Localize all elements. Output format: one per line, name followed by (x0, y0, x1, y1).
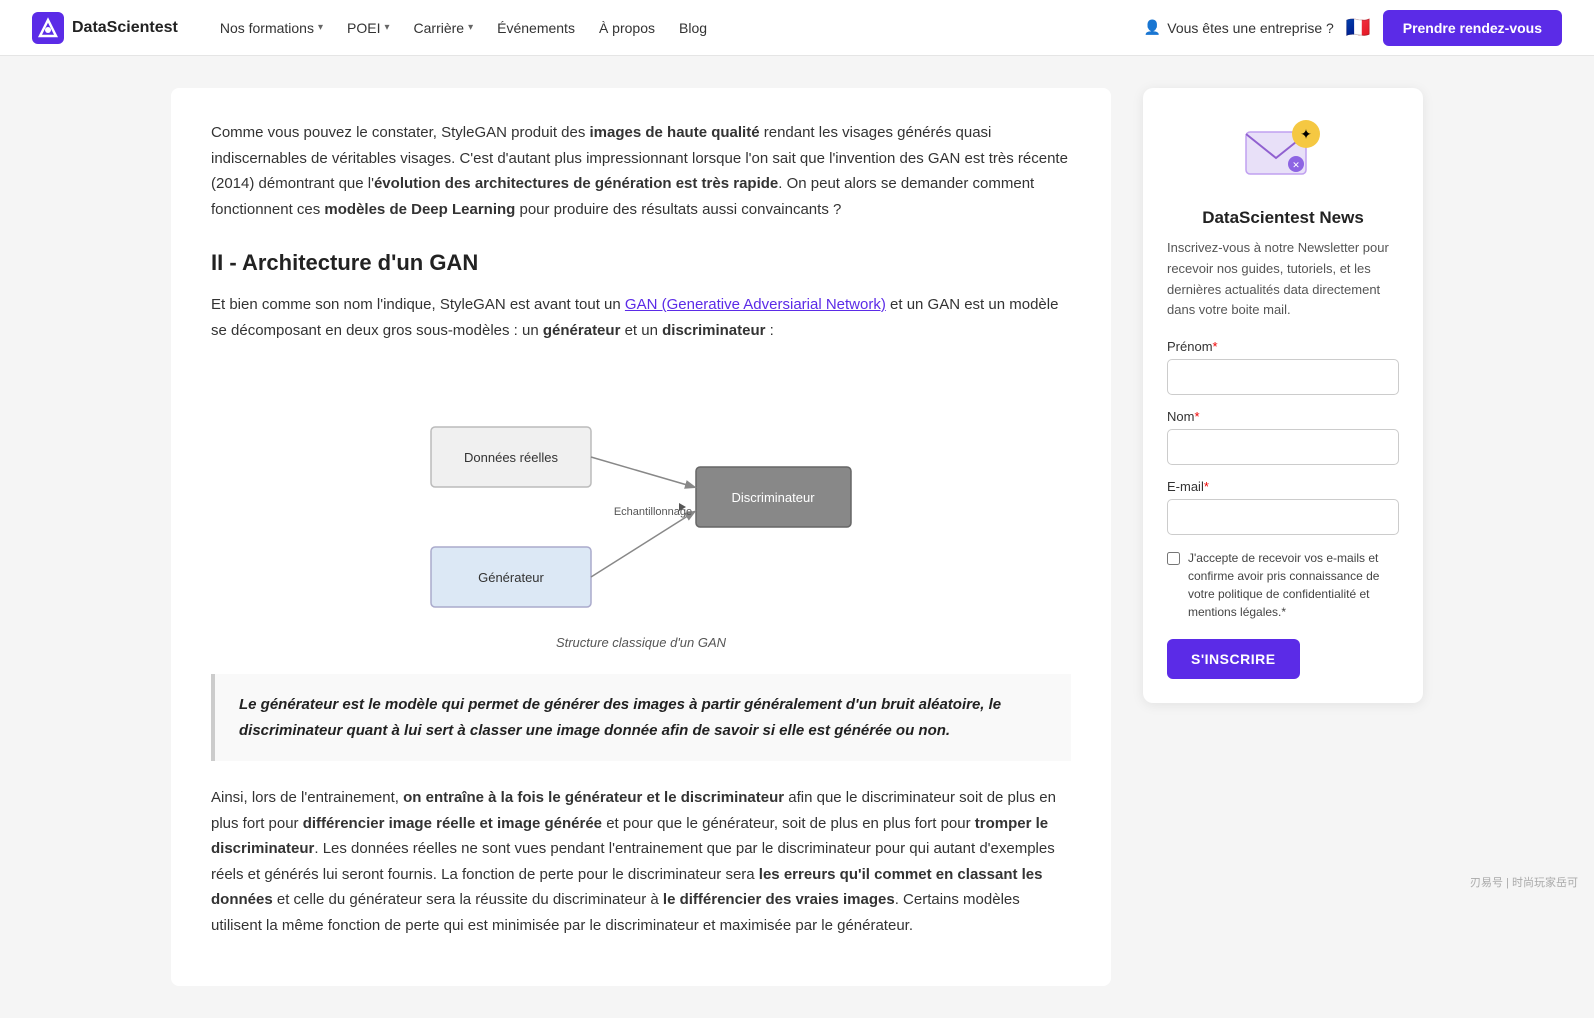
nav-link-poei[interactable]: POEI ▾ (337, 14, 400, 42)
svg-text:✕: ✕ (1292, 160, 1300, 170)
nav-link-evenements[interactable]: Événements (487, 14, 585, 42)
svg-text:Générateur: Générateur (478, 570, 544, 585)
nom-label: Nom* (1167, 409, 1399, 424)
nav-links: Nos formations ▾ POEI ▾ Carrière ▾ Événe… (210, 14, 1144, 42)
logo-text: DataScientest (72, 19, 178, 37)
sidebar: ✦ ✕ DataScientest News Inscrivez-vous à … (1143, 88, 1423, 986)
nav-link-apropos[interactable]: À propos (589, 14, 665, 42)
enterprise-link[interactable]: 👤 Vous êtes une entreprise ? (1144, 19, 1334, 36)
nom-input[interactable] (1167, 429, 1399, 465)
chevron-down-icon: ▾ (318, 22, 323, 33)
newsletter-card: ✦ ✕ DataScientest News Inscrivez-vous à … (1143, 88, 1423, 703)
logo-icon (32, 12, 64, 44)
sidebar-description: Inscrivez-vous à notre Newsletter pour r… (1167, 238, 1399, 321)
diagram-wrapper: Données réelles Générateur Discriminateu… (211, 367, 1071, 650)
nav-link-blog[interactable]: Blog (669, 14, 717, 42)
enterprise-icon: 👤 (1144, 19, 1161, 36)
prenom-label: Prénom* (1167, 339, 1399, 354)
blockquote: Le générateur est le modèle qui permet d… (211, 674, 1071, 761)
cta-button[interactable]: Prendre rendez-vous (1383, 10, 1562, 46)
chevron-down-icon: ▾ (468, 22, 473, 33)
gan-link[interactable]: GAN (Generative Adversiarial Network) (625, 296, 886, 313)
svg-text:Données réelles: Données réelles (464, 450, 558, 465)
prenom-input[interactable] (1167, 359, 1399, 395)
main-content: Comme vous pouvez le constater, StyleGAN… (171, 88, 1111, 986)
email-field: E-mail* (1167, 479, 1399, 549)
intro-paragraph: Comme vous pouvez le constater, StyleGAN… (211, 120, 1071, 222)
nav-link-carriere[interactable]: Carrière ▾ (404, 14, 484, 42)
diagram-caption: Structure classique d'un GAN (556, 635, 726, 650)
newsletter-icon-wrapper: ✦ ✕ (1167, 112, 1399, 192)
svg-text:✦: ✦ (1300, 126, 1312, 142)
page-wrapper: Comme vous pouvez le constater, StyleGAN… (147, 56, 1447, 1018)
nom-field: Nom* (1167, 409, 1399, 479)
newsletter-icon: ✦ ✕ (1238, 112, 1328, 192)
consent-row: J'accepte de recevoir vos e-mails et con… (1167, 549, 1399, 621)
nav-right: 👤 Vous êtes une entreprise ? 🇫🇷 Prendre … (1144, 10, 1562, 46)
gan-diagram: Données réelles Générateur Discriminateu… (401, 367, 881, 627)
body-paragraph: Ainsi, lors de l'entrainement, on entraî… (211, 785, 1071, 938)
subscribe-button[interactable]: S'INSCRIRE (1167, 639, 1300, 679)
sidebar-title: DataScientest News (1167, 208, 1399, 228)
nav-logo[interactable]: DataScientest (32, 12, 178, 44)
watermark: 刃易号 | 时尚玩家岳可 (1470, 874, 1578, 890)
section-heading: II - Architecture d'un GAN (211, 250, 1071, 276)
chevron-down-icon: ▾ (384, 22, 389, 33)
nav-link-formations[interactable]: Nos formations ▾ (210, 14, 333, 42)
consent-text: J'accepte de recevoir vos e-mails et con… (1188, 549, 1399, 621)
section-paragraph: Et bien comme son nom l'indique, StyleGA… (211, 292, 1071, 343)
email-label: E-mail* (1167, 479, 1399, 494)
navbar: DataScientest Nos formations ▾ POEI ▾ Ca… (0, 0, 1594, 56)
language-flag[interactable]: 🇫🇷 (1346, 15, 1371, 40)
svg-text:Discriminateur: Discriminateur (731, 490, 815, 505)
consent-checkbox[interactable] (1167, 552, 1180, 565)
prenom-field: Prénom* (1167, 339, 1399, 409)
email-input[interactable] (1167, 499, 1399, 535)
